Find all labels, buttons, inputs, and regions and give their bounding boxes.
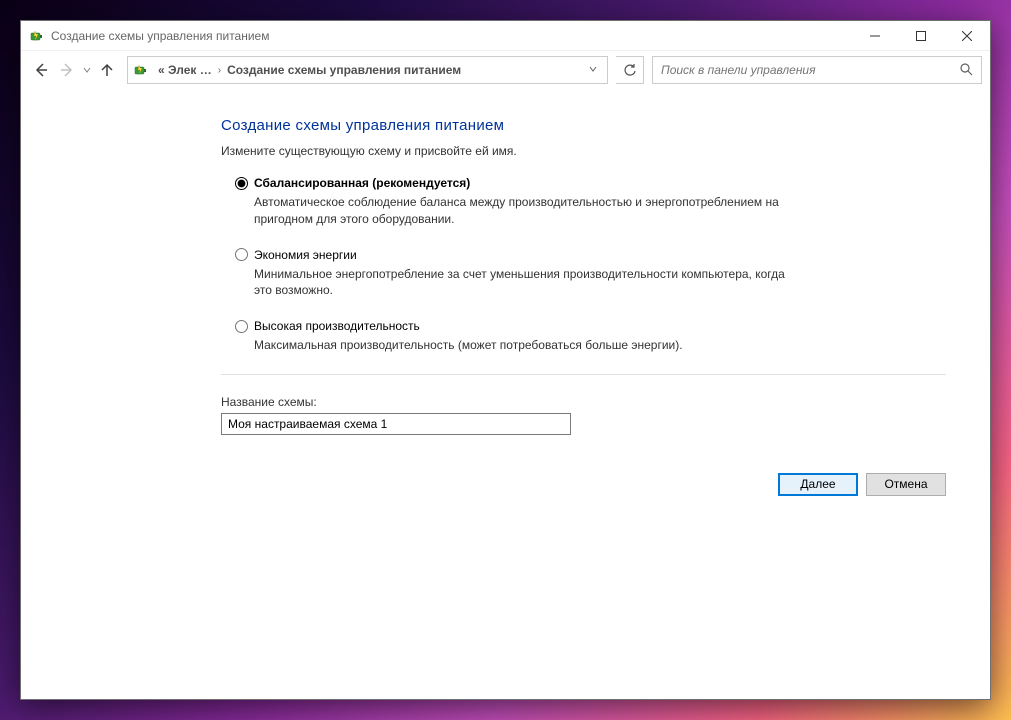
minimize-button[interactable] (852, 21, 898, 51)
breadcrumb-current[interactable]: Создание схемы управления питанием (223, 63, 465, 77)
page-title: Создание схемы управления питанием (221, 117, 960, 134)
address-dropdown-icon[interactable] (583, 65, 603, 76)
radio-saver[interactable] (235, 248, 248, 261)
search-icon[interactable] (959, 62, 973, 79)
close-button[interactable] (944, 21, 990, 51)
desc-saver: Минимальное энергопотребление за счет ум… (254, 266, 794, 300)
breadcrumb-icon (132, 61, 150, 79)
title-bar: Создание схемы управления питанием (21, 21, 990, 51)
option-saver: Экономия энергии Минимальное энергопотре… (221, 248, 960, 300)
desc-perf: Максимальная производительность (может п… (254, 337, 794, 354)
radio-balanced[interactable] (235, 177, 248, 190)
label-perf[interactable]: Высокая производительность (254, 319, 420, 333)
refresh-button[interactable] (616, 56, 644, 84)
up-button[interactable] (95, 58, 119, 82)
option-balanced: Сбалансированная (рекомендуется) Автомат… (221, 176, 960, 228)
divider (221, 374, 946, 375)
page-subtitle: Измените существующую схему и присвойте … (221, 144, 960, 158)
scheme-name-label: Название схемы: (221, 395, 960, 409)
scheme-name-input[interactable] (221, 413, 571, 435)
label-saver[interactable]: Экономия энергии (254, 248, 357, 262)
cancel-button[interactable]: Отмена (866, 473, 946, 496)
radio-perf[interactable] (235, 320, 248, 333)
maximize-button[interactable] (898, 21, 944, 51)
power-plan-icon (29, 28, 45, 44)
window: Создание схемы управления питанием (20, 20, 991, 700)
forward-button (55, 58, 79, 82)
navigation-bar: « Элек … › Создание схемы управления пит… (21, 51, 990, 89)
search-input[interactable] (661, 63, 959, 77)
address-bar[interactable]: « Элек … › Создание схемы управления пит… (127, 56, 608, 84)
next-button[interactable]: Далее (778, 473, 858, 496)
search-box[interactable] (652, 56, 982, 84)
content-area: Создание схемы управления питанием Измен… (21, 89, 990, 699)
button-row: Далее Отмена (221, 473, 960, 496)
back-button[interactable] (29, 58, 53, 82)
nav-dropdown-icon[interactable] (83, 63, 91, 77)
label-balanced[interactable]: Сбалансированная (рекомендуется) (254, 176, 470, 190)
chevron-right-icon: › (216, 65, 223, 76)
window-title: Создание схемы управления питанием (51, 29, 852, 43)
window-controls (852, 21, 990, 51)
option-perf: Высокая производительность Максимальная … (221, 319, 960, 354)
breadcrumb-power[interactable]: « Элек … (154, 63, 216, 77)
desc-balanced: Автоматическое соблюдение баланса между … (254, 194, 794, 228)
